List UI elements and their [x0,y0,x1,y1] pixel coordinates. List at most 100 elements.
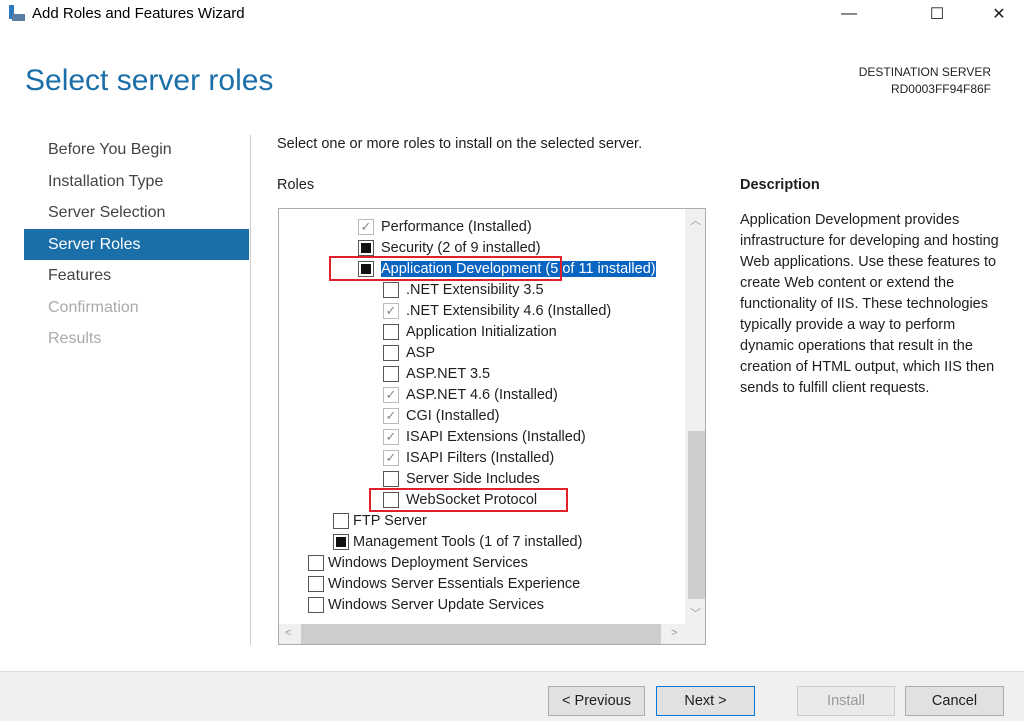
nav-item-before-you-begin[interactable]: Before You Begin [48,141,172,159]
checkbox[interactable]: ✓ [383,407,399,424]
role-name: ASP.NET 4.6 (Installed) [406,386,558,403]
scroll-left-icon[interactable]: < [285,627,291,639]
divider [250,135,251,645]
checkbox[interactable]: ✓ [383,449,399,466]
role-label: Windows Server Essentials Experience [327,576,581,592]
nav-item-features[interactable]: Features [48,267,111,285]
vertical-scroll-thumb[interactable] [688,431,705,599]
role-name: Security (2 of 9 installed) [381,239,541,256]
window-title: Add Roles and Features Wizard [32,5,245,22]
role-label: ISAPI Filters (Installed) [405,450,555,466]
cancel-button[interactable]: Cancel [905,686,1004,716]
highlight-box [369,488,568,512]
next-button[interactable]: Next > [656,686,755,716]
checkbox[interactable] [333,512,349,529]
role-label: CGI (Installed) [405,408,500,424]
role-item[interactable]: WebSocket Protocol [279,488,685,512]
role-item[interactable]: Windows Server Update Services [279,594,685,615]
checkbox[interactable]: ✓ [383,302,399,319]
role-label: ASP.NET 3.5 [405,366,491,382]
checkbox[interactable] [308,554,324,571]
role-item[interactable]: ▷Security (2 of 9 installed) [279,237,685,258]
role-name: Windows Server Update Services [328,596,544,613]
page-title: Select server roles [25,64,274,97]
close-button[interactable]: ✕ [976,0,1022,28]
role-item[interactable]: ✓ ISAPI Extensions (Installed) [279,426,685,447]
checkbox[interactable] [358,239,374,256]
nav-item-installation-type[interactable]: Installation Type [48,173,163,191]
role-name: FTP Server [353,512,427,529]
role-name: ISAPI Extensions (Installed) [406,428,586,445]
description-text: Application Development provides infrast… [740,212,999,396]
install-button: Install [797,686,895,716]
role-item[interactable]: Windows Server Essentials Experience [279,573,685,594]
role-item[interactable]: ✓ .NET Extensibility 4.6 (Installed) [279,300,685,321]
scroll-up-icon[interactable]: ︿ [690,212,701,228]
role-label: .NET Extensibility 4.6 (Installed) [405,303,612,319]
role-label: Management Tools (1 of 7 installed) [352,534,583,550]
role-label: FTP Server [352,513,428,529]
checkbox[interactable] [383,365,399,382]
role-label: ASP.NET 4.6 (Installed) [405,387,559,403]
role-item[interactable]: ✓ ISAPI Filters (Installed) [279,447,685,468]
role-label: .NET Extensibility 3.5 [405,282,545,298]
vertical-scrollbar[interactable]: ︿ ﹀ [685,209,705,625]
role-item[interactable]: ▷FTP Server [279,510,685,531]
role-label: Server Side Includes [405,471,541,487]
role-item[interactable]: ✓ ASP.NET 4.6 (Installed) [279,384,685,405]
role-name: Management Tools (1 of 7 installed) [353,533,583,550]
nav-item-results: Results [48,330,102,347]
role-item[interactable]: Application Initialization [279,321,685,342]
horizontal-scrollbar[interactable]: < > [279,624,705,644]
role-name: Windows Deployment Services [328,554,528,571]
role-name: CGI (Installed) [406,407,500,424]
role-item[interactable]: ▷Management Tools (1 of 7 installed) [279,531,685,552]
description-label: Description [740,177,820,193]
minimize-button[interactable]: — [826,0,872,28]
scroll-down-icon[interactable]: ﹀ [690,605,701,621]
role-label: Application Initialization [405,324,558,340]
checkbox[interactable] [308,575,324,592]
role-name: .NET Extensibility 4.6 (Installed) [406,302,612,319]
checkbox[interactable]: ✓ [383,428,399,445]
nav-item-server-selection[interactable]: Server Selection [48,204,165,222]
role-name: ASP [406,344,436,361]
role-label: ASP [405,345,436,361]
previous-button[interactable]: < Previous [548,686,645,716]
checkbox[interactable] [308,596,324,613]
role-name: Performance (Installed) [381,218,532,235]
role-name: ISAPI Filters (Installed) [406,449,555,466]
role-name: ASP.NET 3.5 [406,365,491,382]
role-name: Application Initialization [406,323,557,340]
role-item[interactable]: Server Side Includes [279,468,685,489]
role-label: Windows Server Update Services [327,597,545,613]
role-label: Windows Deployment Services [327,555,529,571]
checkbox[interactable]: ✓ [358,218,374,235]
highlight-box [329,256,562,281]
checkbox[interactable] [383,470,399,487]
checkbox[interactable] [333,533,349,550]
role-name: .NET Extensibility 3.5 [406,281,544,298]
role-name: Windows Server Essentials Experience [328,575,581,592]
checkbox[interactable] [383,344,399,361]
checkbox[interactable] [383,281,399,298]
nav-item-server-roles[interactable]: Server Roles [48,236,140,254]
role-item[interactable]: ASP.NET 3.5 [279,363,685,384]
checkbox[interactable] [383,323,399,340]
role-item[interactable]: ◢Application Development (5 of 11 instal… [279,256,685,281]
server-manager-icon [9,5,25,21]
checkbox[interactable]: ✓ [383,386,399,403]
role-item[interactable]: ▷✓Performance (Installed) [279,216,685,237]
horizontal-scroll-thumb[interactable] [301,624,661,644]
role-item[interactable]: .NET Extensibility 3.5 [279,279,685,300]
role-label: Security (2 of 9 installed) [380,240,542,256]
role-item[interactable]: ASP [279,342,685,363]
maximize-button[interactable]: ☐ [914,0,960,28]
roles-label: Roles [277,177,315,193]
role-item[interactable]: ✓ CGI (Installed) [279,405,685,426]
role-item[interactable]: Windows Deployment Services [279,552,685,573]
nav-item-confirmation: Confirmation [48,298,139,316]
role-label: ISAPI Extensions (Installed) [405,429,587,445]
roles-tree[interactable]: ▷✓Performance (Installed)▷Security (2 of… [278,208,706,645]
scroll-right-icon[interactable]: > [671,627,677,639]
